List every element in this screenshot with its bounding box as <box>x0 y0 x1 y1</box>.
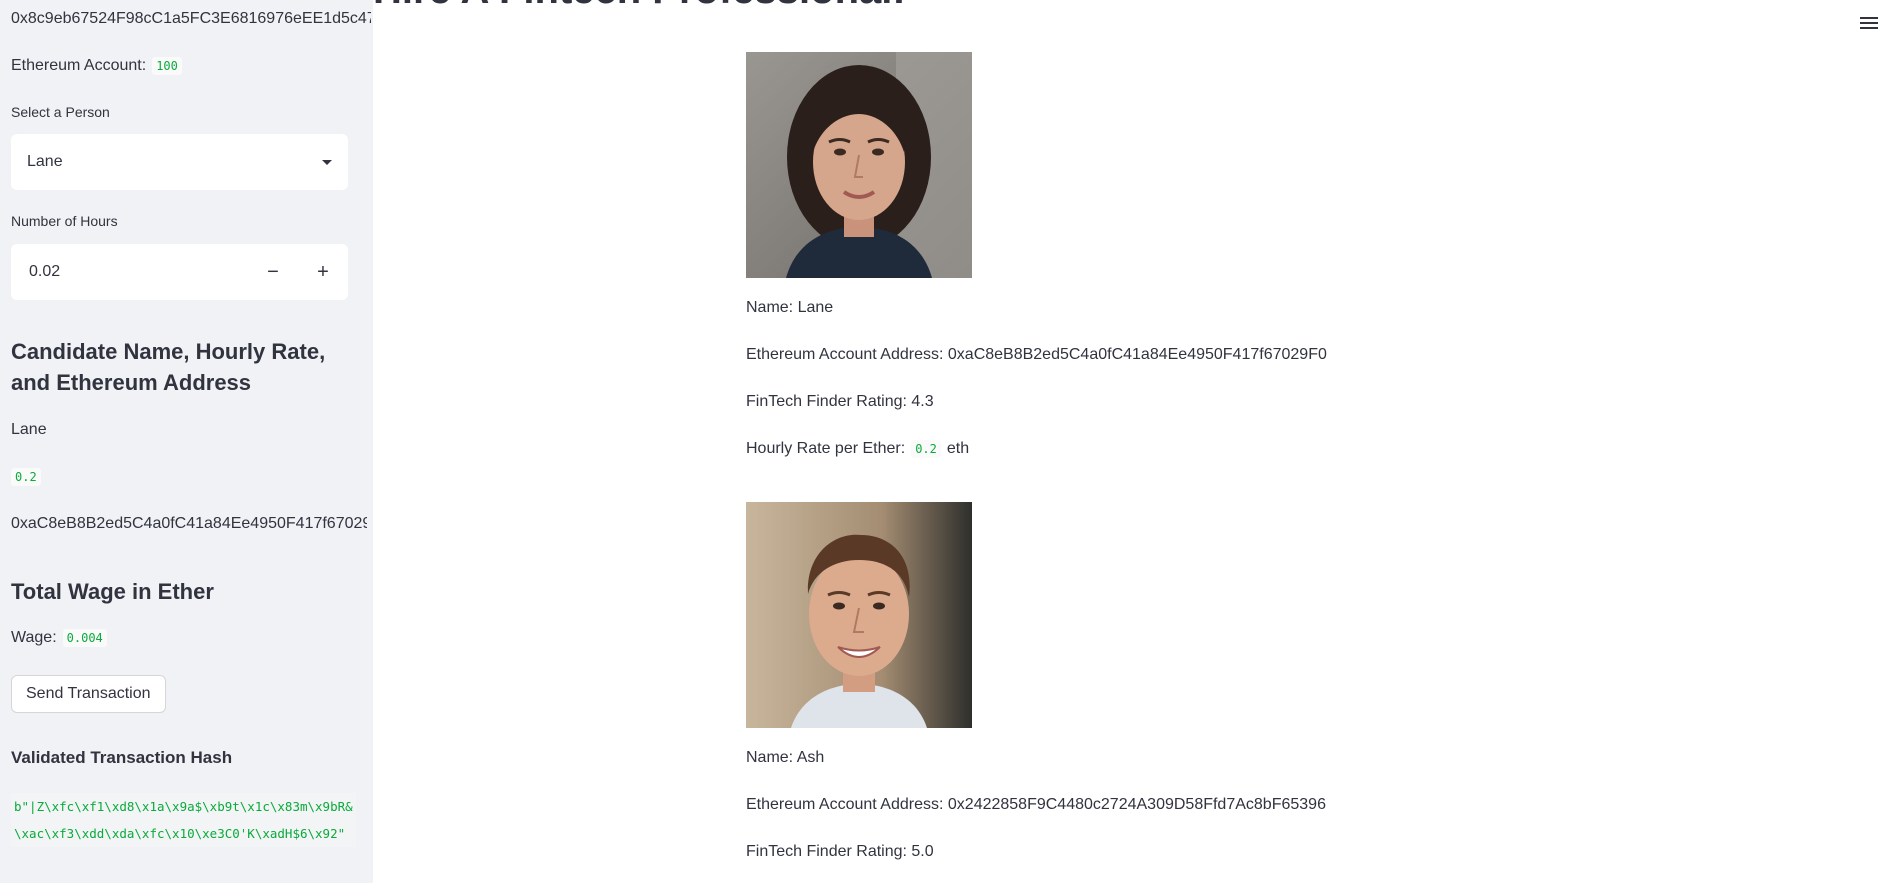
app-root: 0x8c9eb67524F98cC1a5FC3E6816976eEE1d5c47… <box>0 0 1903 883</box>
portrait-image-icon <box>746 52 972 278</box>
transaction-hash-value: b"|Z\xfc\xf1\xd8\x1a\x9a$\xb9t\x1c\x83m\… <box>11 793 356 847</box>
hourly-rate-label: Hourly Rate per Ether: <box>746 440 906 457</box>
sidebar: 0x8c9eb67524F98cC1a5FC3E6816976eEE1d5c47… <box>0 0 373 883</box>
candidate-address: 0xaC8eB8B2ed5C4a0fC41a84Ee4950F417f67029… <box>11 515 367 532</box>
candidate-photo-lane <box>746 52 972 278</box>
select-person-value: Lane <box>27 153 63 170</box>
candidate-heading: Candidate Name, Hourly Rate, and Ethereu… <box>11 339 326 395</box>
chevron-down-icon <box>322 159 332 165</box>
hours-label: Number of Hours <box>11 213 118 229</box>
candidate-rate: 0.2 <box>11 468 41 486</box>
candidate-rating-ash: FinTech Finder Rating: 5.0 <box>746 843 934 860</box>
candidate-rate-line: 0.2 <box>5 468 41 486</box>
select-person-dropdown[interactable]: Lane <box>11 134 348 190</box>
wage-line: Wage: 0.004 <box>11 629 107 647</box>
wage-label: Wage: <box>11 629 57 646</box>
hourly-rate-unit: eth <box>946 440 970 457</box>
hours-value[interactable]: 0.02 <box>29 263 248 281</box>
candidate-address-lane: Ethereum Account Address: 0xaC8eB8B2ed5C… <box>746 346 1327 363</box>
send-transaction-button[interactable]: Send Transaction <box>11 675 166 713</box>
account-address-text: 0x8c9eb67524F98cC1a5FC3E6816976eEE1d5c47 <box>11 10 371 27</box>
total-wage-heading: Total Wage in Ether <box>11 579 214 604</box>
ethereum-account-line: Ethereum Account: 100 <box>11 57 182 75</box>
page-title: Hire A Fintech Professional! <box>373 0 906 13</box>
candidate-rate-line-lane: Hourly Rate per Ether: 0.2 eth <box>746 440 969 458</box>
ethereum-account-label: Ethereum Account: <box>11 57 147 74</box>
hourly-rate-value: 0.2 <box>911 440 941 458</box>
select-person-label: Select a Person <box>11 104 110 120</box>
candidate-name-lane: Name: Lane <box>746 299 834 316</box>
candidate-address-ash: Ethereum Account Address: 0x2422858F9C44… <box>746 796 1326 813</box>
hamburger-menu-icon[interactable] <box>1860 14 1878 32</box>
candidate-name-ash: Name: Ash <box>746 749 825 766</box>
ethereum-account-balance: 100 <box>152 57 182 75</box>
candidate-rating-lane: FinTech Finder Rating: 4.3 <box>746 393 934 410</box>
candidate-photo-ash <box>746 502 972 728</box>
candidate-name: Lane <box>11 421 47 438</box>
decrement-button[interactable]: − <box>248 244 298 300</box>
wage-value: 0.004 <box>62 629 107 647</box>
portrait-image-icon <box>746 502 972 728</box>
transaction-hash-heading: Validated Transaction Hash <box>11 748 233 767</box>
increment-button[interactable]: + <box>298 244 348 300</box>
hours-number-input[interactable]: 0.02 − + <box>11 244 348 300</box>
main-content <box>373 0 1903 883</box>
